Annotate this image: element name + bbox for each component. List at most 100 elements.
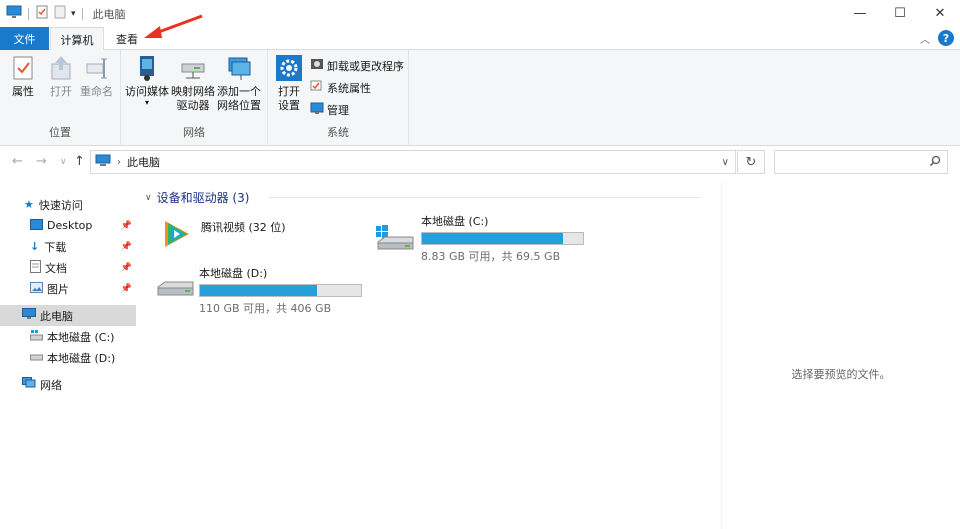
- open-icon: [48, 54, 74, 82]
- group-divider: [269, 197, 701, 198]
- star-icon: ★: [24, 198, 34, 211]
- pin-icon: 📌: [120, 262, 132, 273]
- computer-icon: [22, 308, 36, 323]
- preview-pane: 选择要预览的文件。: [721, 183, 960, 529]
- desktop-icon: [30, 218, 43, 233]
- nav-quick-access[interactable]: ★ 快速访问: [0, 194, 136, 215]
- minimize-button[interactable]: —: [840, 0, 880, 27]
- pin-icon: 📌: [120, 241, 132, 252]
- open-button[interactable]: 打开: [48, 54, 74, 99]
- address-dropdown-icon[interactable]: ∨: [722, 157, 729, 168]
- open-settings-button[interactable]: 打开 设置: [276, 54, 302, 113]
- properties-button[interactable]: 属性: [10, 54, 36, 99]
- system-group: 打开 设置 卸载或更改程序 系统属性 管理 系统: [268, 50, 409, 146]
- nav-drive-d-label: 本地磁盘 (D:): [47, 351, 116, 365]
- nav-pictures[interactable]: 图片 📌: [0, 278, 136, 299]
- devices-group-header[interactable]: ∨ 设备和驱动器 (3): [145, 189, 249, 206]
- window-title: 此电脑: [92, 7, 126, 21]
- open-settings-label-2: 设置: [278, 99, 300, 112]
- drive-c-space-text: 8.83 GB 可用，共 69.5 GB: [421, 250, 561, 263]
- network-group: 访问媒体 ▾ 映射网络 驱动器 添加一个 网络位置 网络: [121, 50, 268, 146]
- new-folder-icon[interactable]: [53, 5, 67, 22]
- system-properties-button[interactable]: 系统属性: [310, 79, 371, 96]
- drive-d-usage-bar: [199, 284, 362, 297]
- location-group-label: 位置: [49, 126, 71, 139]
- tencent-video-item[interactable]: 腾讯视频 (32 位): [159, 217, 286, 254]
- maximize-button[interactable]: ☐: [880, 0, 920, 27]
- nav-desktop-label: Desktop: [47, 219, 93, 232]
- network-group-label: 网络: [183, 126, 205, 139]
- drive-c-item[interactable]: 本地磁盘 (C:) 8.83 GB 可用，共 69.5 GB: [375, 213, 584, 264]
- windows-drive-icon: [375, 223, 415, 264]
- rename-icon: [84, 54, 110, 82]
- nav-quick-access-label: 快速访问: [38, 198, 83, 212]
- nav-documents[interactable]: 文档 📌: [0, 257, 136, 278]
- download-arrow-icon: ↓: [30, 240, 40, 253]
- quick-access-toolbar: ▾ 此电脑: [0, 0, 126, 27]
- help-icon[interactable]: ?: [938, 30, 954, 46]
- breadcrumb[interactable]: 此电脑: [127, 154, 160, 170]
- customize-dropdown-icon[interactable]: ▾: [71, 9, 76, 19]
- uninstall-programs-button[interactable]: 卸载或更改程序: [310, 57, 404, 74]
- nav-network[interactable]: 网络: [0, 374, 136, 395]
- windows-drive-icon: [30, 329, 43, 344]
- rename-button[interactable]: 重命名: [80, 54, 113, 99]
- system-properties-label: 系统属性: [327, 81, 371, 95]
- properties-icon: [10, 54, 36, 82]
- navigation-pane: ★ 快速访问 Desktop 📌 ↓ 下载 📌 文档 📌 图片 📌 此电脑 本地…: [0, 183, 137, 529]
- nav-network-label: 网络: [40, 378, 62, 392]
- uninstall-icon: [310, 57, 324, 74]
- search-input[interactable]: [774, 150, 948, 174]
- drive-c-usage-bar: [421, 232, 584, 245]
- nav-drive-d[interactable]: 本地磁盘 (D:): [0, 347, 136, 368]
- collapse-ribbon-icon[interactable]: ︿: [920, 31, 930, 46]
- drive-d-label: 本地磁盘 (D:): [199, 267, 268, 280]
- refresh-icon: ↻: [745, 154, 757, 170]
- drive-d-space-text: 110 GB 可用，共 406 GB: [199, 302, 332, 315]
- pin-icon: 📌: [120, 220, 132, 231]
- manage-label: 管理: [327, 103, 349, 117]
- nav-this-pc-label: 此电脑: [40, 309, 73, 323]
- uninstall-label: 卸载或更改程序: [327, 59, 404, 73]
- ribbon: 属性 打开 重命名 位置 访问媒体 ▾ 映射网络 驱动器 添加一个 网络位置 网…: [0, 50, 960, 146]
- tab-computer[interactable]: 计算机: [50, 27, 104, 51]
- refresh-button[interactable]: ↻: [737, 150, 765, 174]
- properties-label: 属性: [12, 85, 34, 98]
- up-arrow-icon[interactable]: ↑: [74, 154, 85, 169]
- nav-desktop[interactable]: Desktop 📌: [0, 215, 136, 236]
- chevron-down-icon: ∨: [145, 192, 152, 203]
- rename-label: 重命名: [80, 85, 113, 98]
- pin-icon: 📌: [120, 283, 132, 294]
- drive-icon: [155, 277, 195, 316]
- tencent-video-icon: [159, 217, 193, 254]
- open-label: 打开: [50, 85, 72, 98]
- media-icon: [134, 54, 160, 82]
- open-settings-label-1: 打开: [278, 85, 300, 98]
- nav-this-pc[interactable]: 此电脑: [0, 305, 136, 326]
- recent-locations-icon[interactable]: ∨: [60, 157, 67, 167]
- access-media-button[interactable]: 访问媒体 ▾: [125, 54, 169, 107]
- add-location-label-1: 添加一个: [217, 85, 261, 98]
- drive-d-item[interactable]: 本地磁盘 (D:) 110 GB 可用，共 406 GB: [155, 265, 362, 316]
- address-bar[interactable]: › 此电脑 ∨: [90, 150, 736, 174]
- map-network-drive-button[interactable]: 映射网络 驱动器: [171, 54, 215, 113]
- computer-icon: [95, 154, 111, 170]
- add-network-location-button[interactable]: 添加一个 网络位置: [217, 54, 261, 113]
- nav-downloads[interactable]: ↓ 下载 📌: [0, 236, 136, 257]
- properties-check-icon[interactable]: [35, 5, 49, 22]
- forward-arrow-icon[interactable]: →: [36, 154, 47, 169]
- preview-placeholder-text: 选择要预览的文件。: [791, 368, 891, 381]
- picture-icon: [30, 281, 43, 296]
- breadcrumb-separator-icon: ›: [117, 156, 121, 168]
- nav-drive-c[interactable]: 本地磁盘 (C:): [0, 326, 136, 347]
- settings-gear-icon: [276, 54, 302, 82]
- search-icon: [929, 155, 941, 170]
- access-media-label: 访问媒体: [125, 85, 169, 98]
- close-button[interactable]: ✕: [920, 0, 960, 27]
- tab-file[interactable]: 文件: [0, 27, 49, 50]
- manage-button[interactable]: 管理: [310, 101, 349, 118]
- back-arrow-icon[interactable]: ←: [12, 154, 23, 169]
- manage-icon: [310, 101, 324, 118]
- add-location-label-2: 网络位置: [217, 99, 261, 112]
- drive-icon: [30, 351, 43, 365]
